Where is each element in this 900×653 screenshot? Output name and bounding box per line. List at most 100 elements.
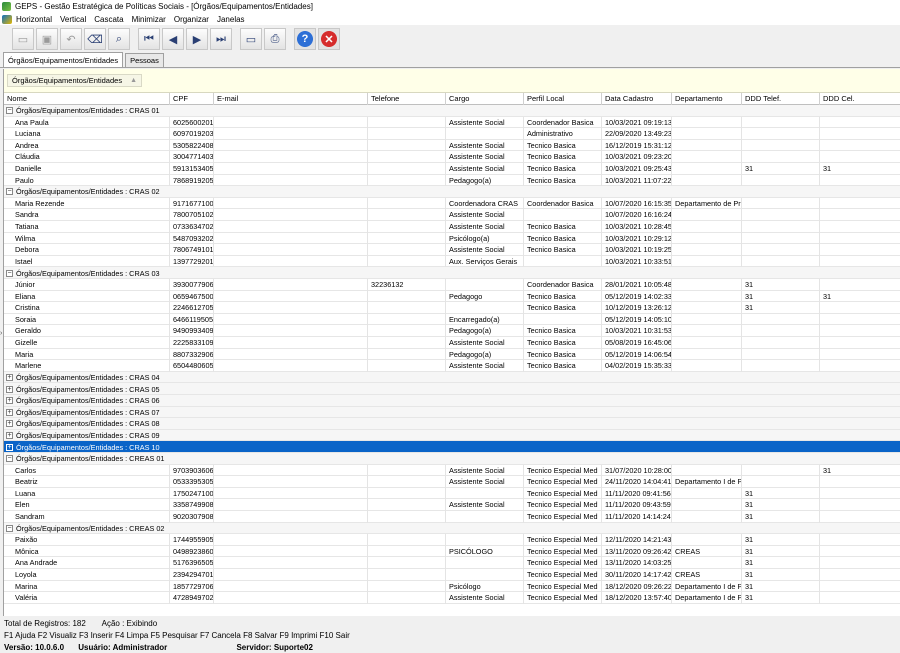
table-cell[interactable] xyxy=(214,557,368,569)
table-cell[interactable] xyxy=(672,499,742,511)
expand-icon[interactable]: + xyxy=(6,397,13,405)
table-row[interactable]: Debora 78067491011 Assistente Social Tecnic… xyxy=(4,244,900,256)
table-cell[interactable]: Departamento I de PSI xyxy=(672,592,742,604)
table-cell[interactable]: 97039036061 xyxy=(170,464,214,477)
table-cell[interactable]: Tecnico Especial Med xyxy=(524,511,602,523)
table-cell[interactable] xyxy=(672,290,742,303)
table-cell[interactable] xyxy=(672,557,742,569)
table-cell[interactable] xyxy=(820,302,900,314)
table-row[interactable]: Tatiana 07336347029 Assistente Social Tecni… xyxy=(4,221,900,233)
table-cell[interactable] xyxy=(368,255,446,268)
table-cell[interactable]: Marina xyxy=(12,580,170,593)
table-row[interactable]: Gizelle 22258331099 Assistente Social Tecni… xyxy=(4,337,900,349)
table-cell[interactable] xyxy=(368,545,446,558)
table-cell[interactable]: 16/12/2019 15:31:12 xyxy=(602,139,672,152)
table-cell[interactable] xyxy=(214,464,368,477)
table-cell[interactable] xyxy=(446,279,524,291)
table-cell[interactable]: 10/03/2021 09:25:43 xyxy=(602,163,672,175)
table-cell[interactable] xyxy=(820,233,900,245)
table-cell[interactable] xyxy=(742,116,820,129)
table-cell[interactable]: Tecnico Basica xyxy=(524,232,602,245)
table-cell[interactable] xyxy=(214,499,368,511)
delete-button[interactable]: ⌫ xyxy=(84,28,106,50)
table-cell[interactable]: 30/11/2020 14:17:42 xyxy=(602,569,672,581)
table-cell[interactable]: 32236132 xyxy=(368,279,446,291)
table-row[interactable]: Mônica 04989238605 PSICÓLOGO Tecnico Especi… xyxy=(4,545,900,558)
splitter-arrow-icon[interactable]: › xyxy=(0,330,3,340)
group-row[interactable]: + Órgãos/Equipamentos/Entidades : CRAS 07 xyxy=(4,406,900,419)
table-cell[interactable]: 13/11/2020 14:03:25 xyxy=(602,557,672,569)
expand-icon[interactable]: + xyxy=(6,443,13,451)
table-cell[interactable]: Assistente Social xyxy=(446,209,524,221)
table-cell[interactable] xyxy=(368,499,446,511)
table-cell[interactable] xyxy=(446,569,524,581)
table-cell[interactable]: 12/11/2020 14:21:43 xyxy=(602,534,672,546)
table-cell[interactable] xyxy=(368,360,446,372)
table-cell[interactable]: 05333953058 xyxy=(170,476,214,488)
table-cell[interactable]: Danielle xyxy=(12,163,170,175)
table-cell[interactable]: Tecnico Basica xyxy=(524,302,602,314)
table-row[interactable]: Loyola 23942947013 Tecnico Especial Med 30/… xyxy=(4,569,900,581)
table-cell[interactable] xyxy=(368,580,446,593)
table-cell[interactable]: Paixão xyxy=(12,534,170,546)
table-cell[interactable] xyxy=(214,545,368,558)
table-cell[interactable] xyxy=(214,534,368,546)
table-cell[interactable]: Coordenadora CRAS xyxy=(446,197,524,210)
table-cell[interactable]: Assistente Social xyxy=(446,244,524,256)
table-cell[interactable]: Sandram xyxy=(12,511,170,523)
table-cell[interactable]: Tecnico Especial Med xyxy=(524,464,602,477)
table-cell[interactable] xyxy=(368,487,446,500)
table-cell[interactable] xyxy=(820,534,900,546)
table-cell[interactable]: Pedagogo(a) xyxy=(446,174,524,187)
table-row[interactable]: Marina 18577297063 Psicólogo Tecnico Especi… xyxy=(4,580,900,593)
table-cell[interactable]: Marlene xyxy=(12,360,170,372)
table-cell[interactable]: 28/01/2021 10:05:48 xyxy=(602,279,672,291)
table-cell[interactable] xyxy=(446,557,524,569)
table-cell[interactable] xyxy=(214,139,368,152)
table-cell[interactable]: 31 xyxy=(742,511,820,523)
table-cell[interactable] xyxy=(368,139,446,152)
table-cell[interactable]: Tecnico Especial Med xyxy=(524,545,602,558)
table-cell[interactable] xyxy=(820,557,900,569)
first-button[interactable]: ⏮ xyxy=(138,28,160,50)
table-cell[interactable]: 94909934090 xyxy=(170,325,214,337)
table-cell[interactable]: 10/03/2021 10:31:53 xyxy=(602,325,672,337)
table-cell[interactable]: 31 xyxy=(742,534,820,546)
table-cell[interactable] xyxy=(742,348,820,361)
table-cell[interactable]: 78007051023 xyxy=(170,209,214,221)
table-cell[interactable] xyxy=(214,232,368,245)
table-cell[interactable] xyxy=(672,116,742,129)
table-cell[interactable]: 39300779060 xyxy=(170,279,214,291)
table-cell[interactable]: Loyola xyxy=(12,569,170,581)
table-cell[interactable]: 05/12/2019 14:02:33 xyxy=(602,290,672,303)
table-cell[interactable] xyxy=(742,476,820,488)
table-cell[interactable]: 10/03/2021 11:07:22 xyxy=(602,174,672,187)
table-cell[interactable]: 31/07/2020 10:28:00 xyxy=(602,464,672,477)
search-button[interactable]: ⌕ xyxy=(108,28,130,50)
table-cell[interactable]: 31 xyxy=(820,291,900,303)
table-cell[interactable]: 13/11/2020 09:26:42 xyxy=(602,545,672,558)
table-cell[interactable] xyxy=(820,128,900,140)
group-row[interactable]: − Órgãos/Equipamentos/Entidades : CRAS 03 xyxy=(4,267,900,279)
table-cell[interactable]: 10/07/2020 16:15:35 xyxy=(602,197,672,210)
table-cell[interactable] xyxy=(214,128,368,140)
table-cell[interactable]: Tecnico Basica xyxy=(524,221,602,233)
table-cell[interactable] xyxy=(672,232,742,245)
table-cell[interactable]: Tecnico Especial Med xyxy=(524,534,602,546)
table-cell[interactable]: 91716771005 xyxy=(170,197,214,210)
table-cell[interactable]: 60970192037 xyxy=(170,128,214,140)
table-cell[interactable]: Departamento de Prot xyxy=(672,197,742,210)
collapse-icon[interactable]: − xyxy=(6,269,13,277)
table-cell[interactable] xyxy=(820,511,900,523)
table-cell[interactable] xyxy=(742,337,820,349)
table-cell[interactable]: Assistente Social xyxy=(446,221,524,233)
table-cell[interactable]: Tecnico Basica xyxy=(524,151,602,163)
table-cell[interactable]: Geraldo xyxy=(12,325,170,337)
table-cell[interactable]: 47289497023 xyxy=(170,592,214,604)
table-cell[interactable] xyxy=(820,209,900,221)
table-cell[interactable] xyxy=(672,302,742,314)
table-cell[interactable] xyxy=(214,360,368,372)
column-header[interactable]: Nome xyxy=(4,93,170,105)
menu-organizar[interactable]: Organizar xyxy=(174,15,209,24)
table-cell[interactable] xyxy=(820,221,900,233)
